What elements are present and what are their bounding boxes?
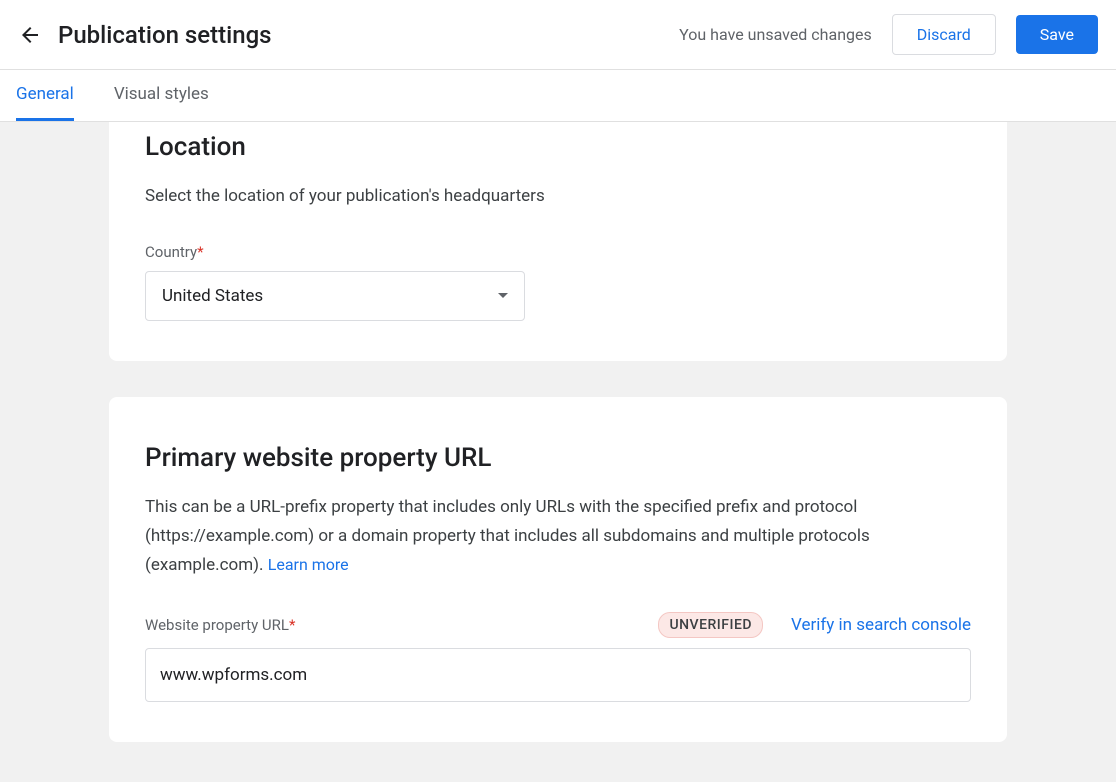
country-label: Country* [145, 243, 971, 261]
content-area: Location Select the location of your pub… [0, 122, 1116, 782]
discard-button[interactable]: Discard [892, 14, 996, 55]
website-description-text: This can be a URL-prefix property that i… [145, 497, 870, 575]
page-header: Publication settings You have unsaved ch… [0, 0, 1116, 70]
website-url-input[interactable] [145, 648, 971, 702]
unverified-badge: UNVERIFIED [658, 612, 763, 638]
chevron-down-icon [498, 293, 508, 298]
page-title: Publication settings [58, 21, 272, 49]
location-title: Location [145, 122, 971, 162]
url-status-group: UNVERIFIED Verify in search console [658, 612, 971, 638]
website-url-card: Primary website property URL This can be… [109, 397, 1007, 742]
tabs-bar: General Visual styles [0, 70, 1116, 122]
learn-more-link[interactable]: Learn more [268, 555, 349, 574]
location-card: Location Select the location of your pub… [109, 122, 1007, 361]
country-select[interactable]: United States [145, 271, 525, 321]
tab-general[interactable]: General [16, 70, 74, 121]
unsaved-changes-text: You have unsaved changes [679, 25, 872, 44]
website-description: This can be a URL-prefix property that i… [145, 493, 971, 580]
url-label: Website property URL* [145, 616, 295, 634]
required-asterisk: * [197, 243, 203, 261]
save-button[interactable]: Save [1016, 15, 1098, 54]
header-left: Publication settings [18, 21, 272, 49]
country-selected-value: United States [162, 286, 263, 306]
header-right: You have unsaved changes Discard Save [679, 14, 1098, 55]
url-label-text: Website property URL [145, 616, 289, 634]
url-field-row: Website property URL* UNVERIFIED Verify … [145, 612, 971, 638]
verify-search-console-link[interactable]: Verify in search console [791, 615, 971, 635]
tab-visual-styles[interactable]: Visual styles [114, 70, 209, 121]
website-title: Primary website property URL [145, 433, 971, 473]
required-asterisk: * [289, 616, 295, 634]
location-description: Select the location of your publication'… [145, 182, 971, 211]
back-arrow-icon[interactable] [18, 23, 42, 47]
country-label-text: Country [145, 243, 197, 261]
